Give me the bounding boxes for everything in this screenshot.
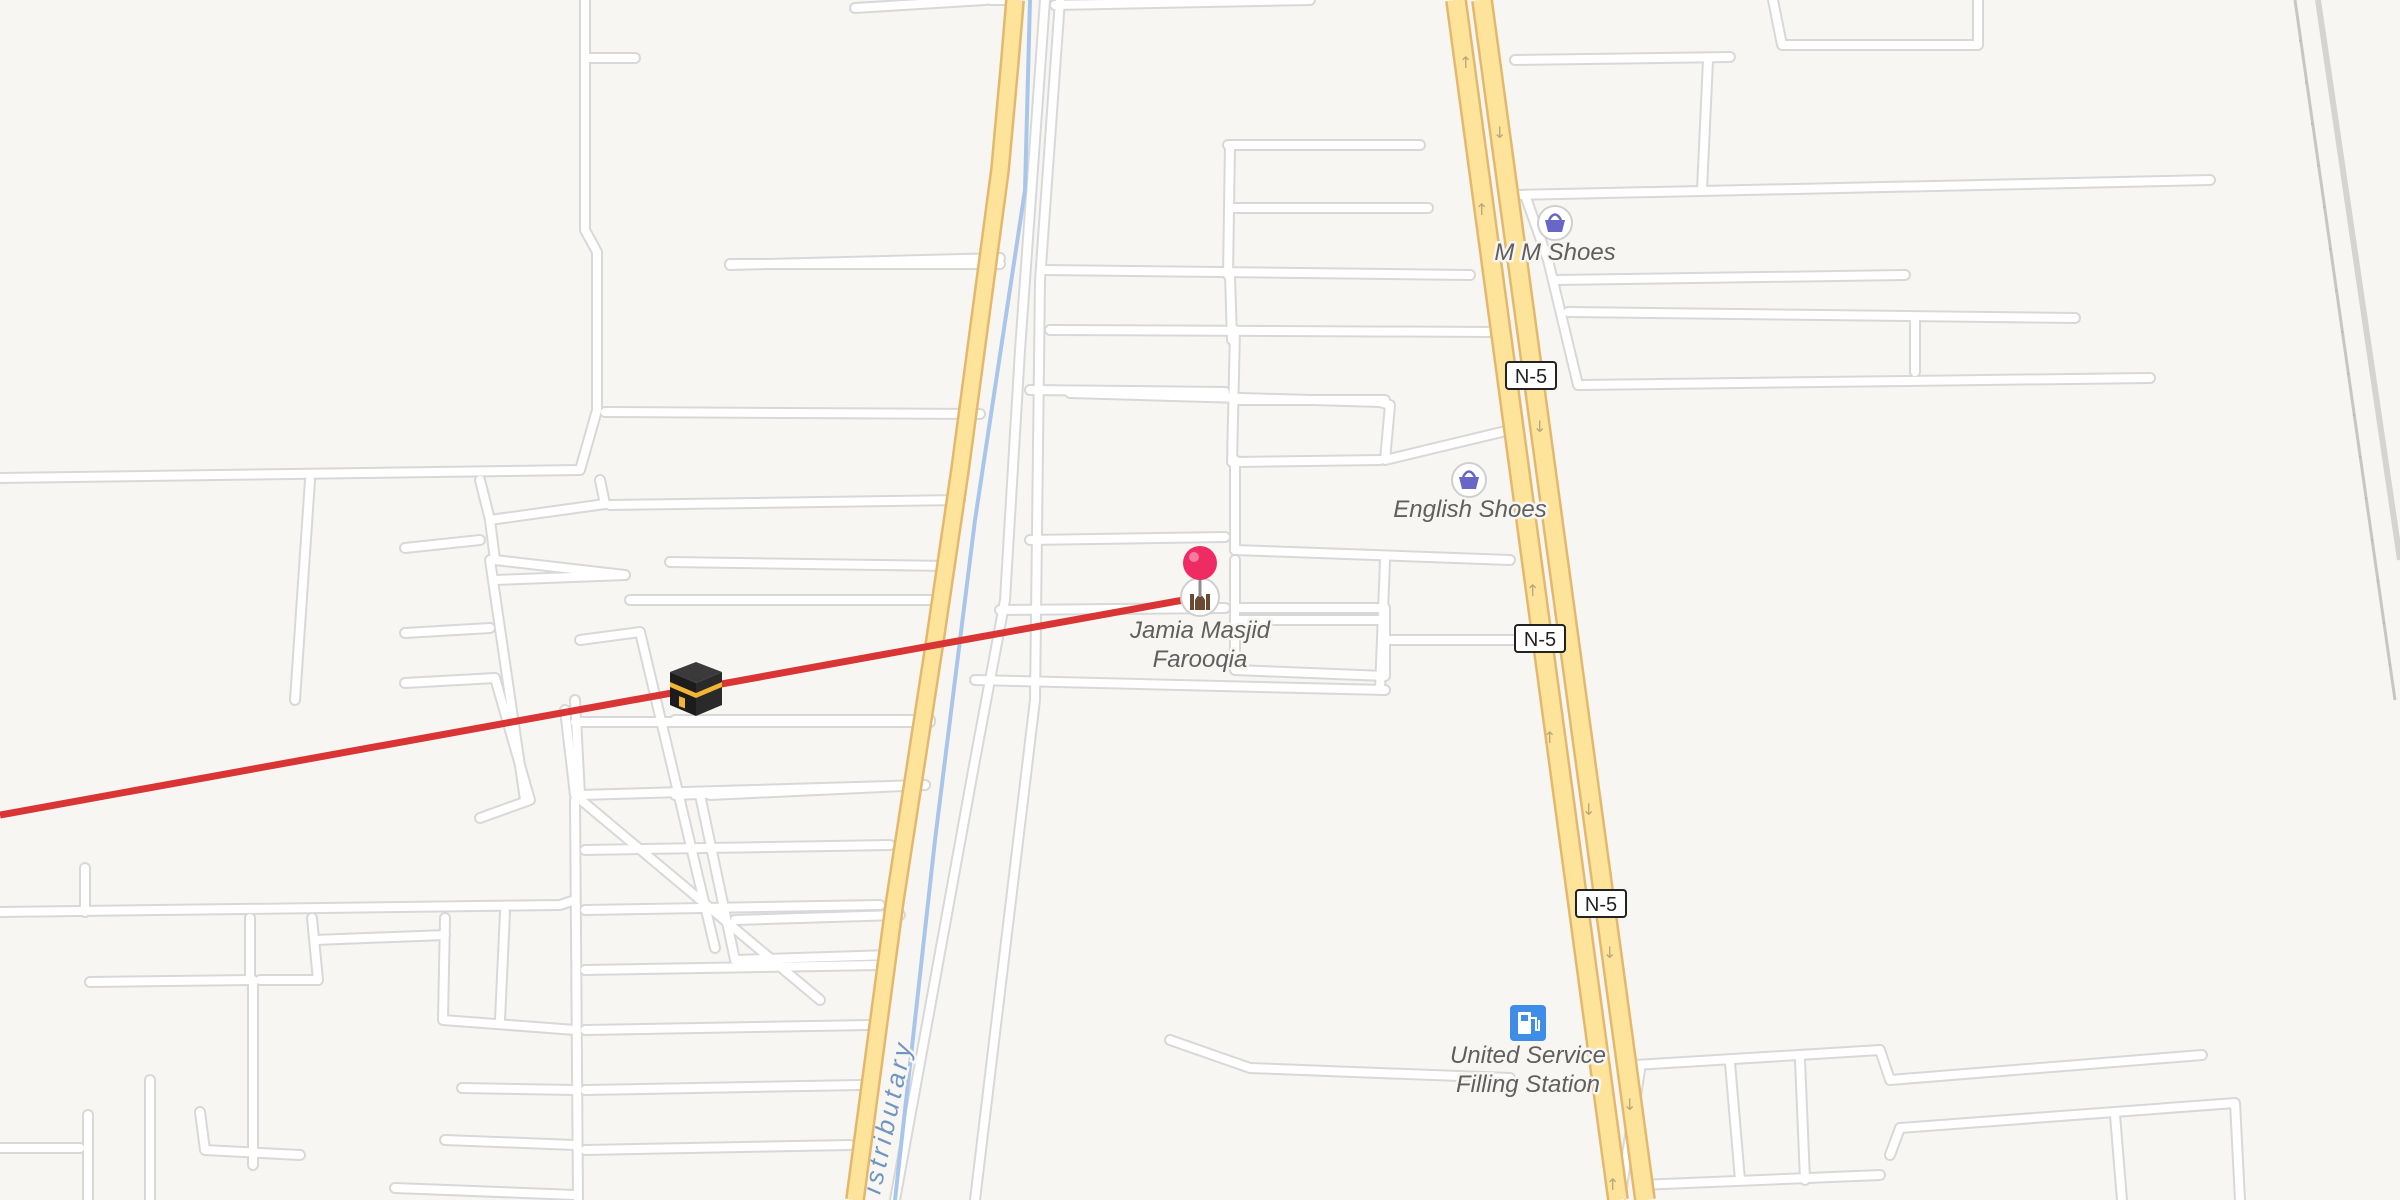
svg-text:↓: ↓	[1603, 943, 1616, 962]
svg-text:↑: ↑	[1475, 200, 1488, 219]
poi-fuel-label-line2: Filling Station	[1456, 1071, 1600, 1098]
highway-shield-1-label: N-5	[1515, 366, 1547, 388]
highway-shield-1: N-5	[1505, 361, 1557, 390]
map-canvas[interactable]: istributary ↑ ↓ ↑ ↓ ↑ ↑ ↓ ↓ ↓ ↑ N-5 N-5 …	[0, 0, 2400, 1200]
svg-text:↑: ↑	[1526, 581, 1539, 600]
svg-text:↑: ↑	[1543, 728, 1556, 747]
svg-text:↓: ↓	[1623, 1095, 1636, 1114]
poi-english-shoes-label: English Shoes	[1393, 496, 1546, 523]
svg-text:↓: ↓	[1582, 800, 1595, 819]
kaaba-icon	[670, 662, 722, 716]
svg-text:↓: ↓	[1493, 123, 1506, 142]
poi-mosque-label-line1: Jamia Masjid	[1129, 617, 1271, 644]
poi-fuel-label-line1: United Service	[1450, 1042, 1606, 1069]
svg-text:↑: ↑	[1459, 53, 1472, 72]
highway-shield-2: N-5	[1514, 624, 1566, 653]
kaaba-marker[interactable]	[670, 662, 722, 716]
highway-shield-3-label: N-5	[1585, 894, 1617, 916]
highway-shield-2-label: N-5	[1524, 629, 1556, 651]
svg-text:↓: ↓	[1533, 417, 1546, 436]
svg-text:↑: ↑	[1606, 1175, 1619, 1194]
poi-mm-shoes-label: M M Shoes	[1494, 239, 1615, 266]
highway-shield-3: N-5	[1575, 889, 1627, 918]
poi-mosque-label-line2: Farooqia	[1153, 646, 1248, 673]
